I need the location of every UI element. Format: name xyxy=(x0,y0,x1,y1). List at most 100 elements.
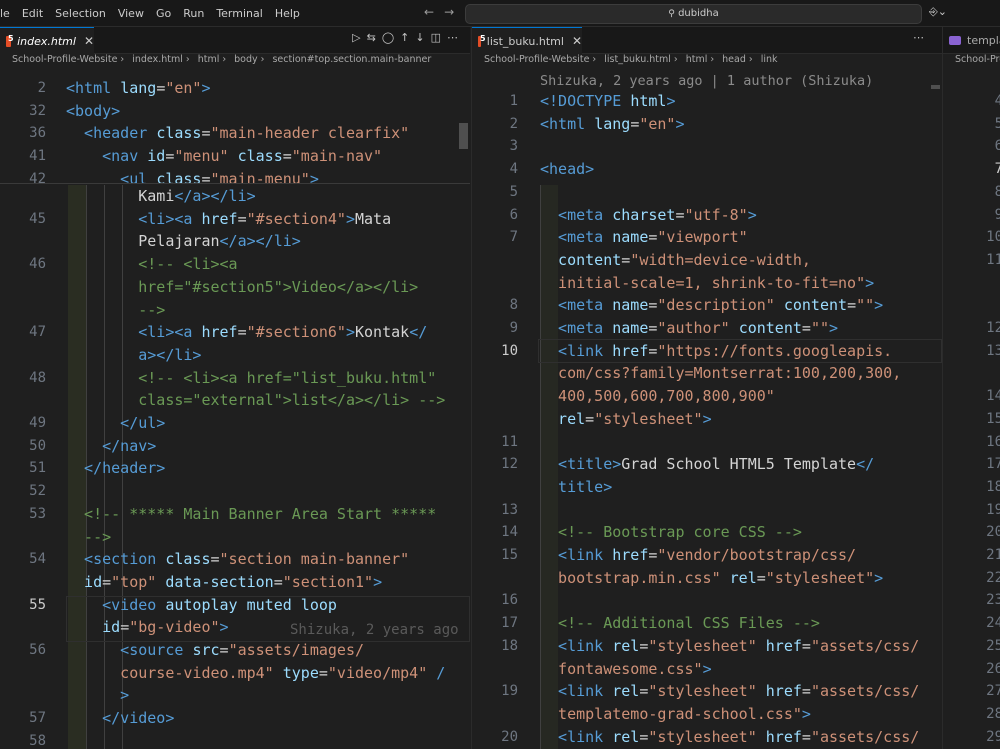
line-number: 19 xyxy=(501,683,518,700)
code-area-left[interactable]: 2 <html lang="en"> 32 <body> 36 <header clas… xyxy=(0,77,470,749)
code-text: <!-- <li><a xyxy=(66,253,237,275)
code-text: rel="stylesheet"> xyxy=(540,408,712,430)
code-area-third[interactable]: 456789 10 11 12 13 14 15 16 17 18 19 20 21 22 23 24 25 26… xyxy=(943,77,1000,749)
tab-index-html[interactable]: index.html ✕ xyxy=(0,27,94,54)
code-token: </a></li> xyxy=(219,232,301,251)
line-number: 1 xyxy=(509,93,518,109)
menu-item[interactable]: Edit xyxy=(22,7,43,20)
menu-item[interactable]: View xyxy=(118,7,144,20)
more-actions-icon[interactable]: ⋯ xyxy=(447,31,464,44)
breadcrumb-item[interactable]: body xyxy=(234,54,258,65)
code-token: <source xyxy=(66,641,193,659)
tab-template[interactable]: templat xyxy=(943,27,1000,53)
code-token: name xyxy=(612,319,649,337)
code-text: id="bg-video"> xyxy=(66,616,228,638)
code-line: > xyxy=(0,684,470,706)
line-number: 36 xyxy=(29,125,46,142)
menu-item[interactable]: Help xyxy=(275,7,300,20)
code-text: </video> xyxy=(66,707,174,729)
code-line: bootstrap.min.css" rel="stylesheet"> xyxy=(472,567,942,589)
breadcrumb-item[interactable]: School-Profile-Website xyxy=(484,54,589,65)
menu-item[interactable]: Run xyxy=(183,7,204,20)
code-token: "section main-banner" xyxy=(219,550,410,569)
breadcrumb: School-Profi xyxy=(943,54,1000,72)
line-number: 21 xyxy=(986,547,1000,563)
code-token: initial-scale=1, shrink-to-fit=no" xyxy=(540,273,866,292)
code-text: <link rel="stylesheet" href="assets/css/ xyxy=(540,726,919,748)
code-text: <meta charset="utf-8"> xyxy=(540,204,757,226)
code-token: > xyxy=(874,568,884,587)
scrollbar-thumb[interactable] xyxy=(931,85,940,89)
breadcrumb-item[interactable]: section#top.section.main-banner xyxy=(272,54,431,65)
open-changes-icon[interactable]: ⇆ xyxy=(367,31,382,44)
line-number: 47 xyxy=(29,324,46,341)
search-label: dubidha xyxy=(678,8,719,19)
next-change-icon[interactable]: ↓ xyxy=(415,31,430,44)
menu-item[interactable]: Selection xyxy=(55,7,106,20)
menu-item[interactable]: Terminal xyxy=(216,7,263,20)
code-token: = xyxy=(801,682,811,701)
code-token: "#section6" xyxy=(246,323,346,342)
code-token: content xyxy=(783,296,848,315)
code-token: "utf-8" xyxy=(684,205,748,224)
breadcrumb-item[interactable]: html xyxy=(198,54,220,65)
code-text: templatemo-grad-school.css"> xyxy=(540,703,811,725)
line-number: 41 xyxy=(29,148,46,165)
breadcrumb-item[interactable]: School-Profile-Website xyxy=(12,54,117,65)
breadcrumb-item[interactable]: link xyxy=(761,54,778,65)
line-number: 9 xyxy=(509,320,518,336)
previous-change-icon[interactable]: ↑ xyxy=(400,31,415,44)
code-line: 5 xyxy=(472,181,942,203)
code-token: title> xyxy=(540,477,613,496)
split-editor-icon[interactable]: ◫ xyxy=(431,31,447,44)
tab-list-buku-html[interactable]: list_buku.html ✕ xyxy=(472,27,582,54)
code-line: 400,500,600,700,800,900" xyxy=(472,385,942,407)
menu-item[interactable]: Go xyxy=(156,7,171,20)
code-line: templatemo-grad-school.css"> xyxy=(472,703,942,725)
code-token: </video> xyxy=(66,709,175,728)
code-text: </ul> xyxy=(66,412,165,434)
breadcrumb-item[interactable]: School-Profi xyxy=(955,54,1000,65)
code-token: "stylesheet" xyxy=(648,727,766,746)
close-icon[interactable]: ✕ xyxy=(572,34,582,48)
more-actions-icon[interactable]: ⋯ xyxy=(913,31,930,44)
code-token: type xyxy=(282,663,319,682)
scrollbar-thumb[interactable] xyxy=(459,123,468,149)
line-number: 29 xyxy=(986,728,1000,745)
menu-item[interactable]: le xyxy=(0,7,10,20)
breadcrumb-item[interactable]: list_buku.html xyxy=(604,54,671,65)
code-token: "main-header clearfix" xyxy=(210,124,410,143)
code-line: 20 <link rel="stylesheet" href="assets/c… xyxy=(472,726,942,748)
chevron-right-icon: › xyxy=(120,54,125,65)
code-token: href xyxy=(612,341,649,360)
code-text: id="top" data-section="section1"> xyxy=(66,571,382,593)
copilot-icon[interactable]: ⎆⌄ xyxy=(929,5,947,19)
code-line: 11 xyxy=(472,431,942,453)
code-text: bootstrap.min.css" rel="stylesheet"> xyxy=(540,567,883,589)
code-token: > xyxy=(865,273,875,292)
code-token: <html xyxy=(540,114,595,133)
code-token: href="#section5">Video</a></li> xyxy=(66,277,419,296)
code-token: Mata xyxy=(355,209,392,228)
code-text: 400,500,600,700,800,900" xyxy=(540,385,775,407)
code-token: <header xyxy=(66,124,157,143)
code-text: > xyxy=(66,684,129,706)
forward-arrow-icon[interactable]: → xyxy=(444,5,454,19)
breadcrumb-item[interactable]: html xyxy=(686,54,708,65)
timeline-icon[interactable]: ◯ xyxy=(382,31,400,44)
code-area-right[interactable]: Shizuka, 2 years ago | 1 author (Shizuka… xyxy=(472,73,942,749)
close-icon[interactable]: ✕ xyxy=(84,34,94,48)
code-text: <meta name="viewport" xyxy=(540,226,748,248)
inline-blame: Shizuka, 2 years ago xyxy=(290,622,459,638)
run-icon[interactable]: ▷ xyxy=(352,31,366,44)
command-center-search[interactable]: ⚲ dubidha xyxy=(465,4,922,24)
back-arrow-icon[interactable]: ← xyxy=(424,5,434,19)
sticky-scroll-divider xyxy=(0,183,470,184)
chevron-right-icon: › xyxy=(592,54,597,65)
code-line: 12 <title>Grad School HTML5 Template</ xyxy=(472,453,942,475)
code-token: = xyxy=(219,641,229,659)
breadcrumb-item[interactable]: index.html xyxy=(132,54,183,65)
breadcrumb-item[interactable]: head xyxy=(722,54,746,65)
line-number: 19 xyxy=(986,501,1000,518)
code-token: a></li> xyxy=(66,345,202,364)
